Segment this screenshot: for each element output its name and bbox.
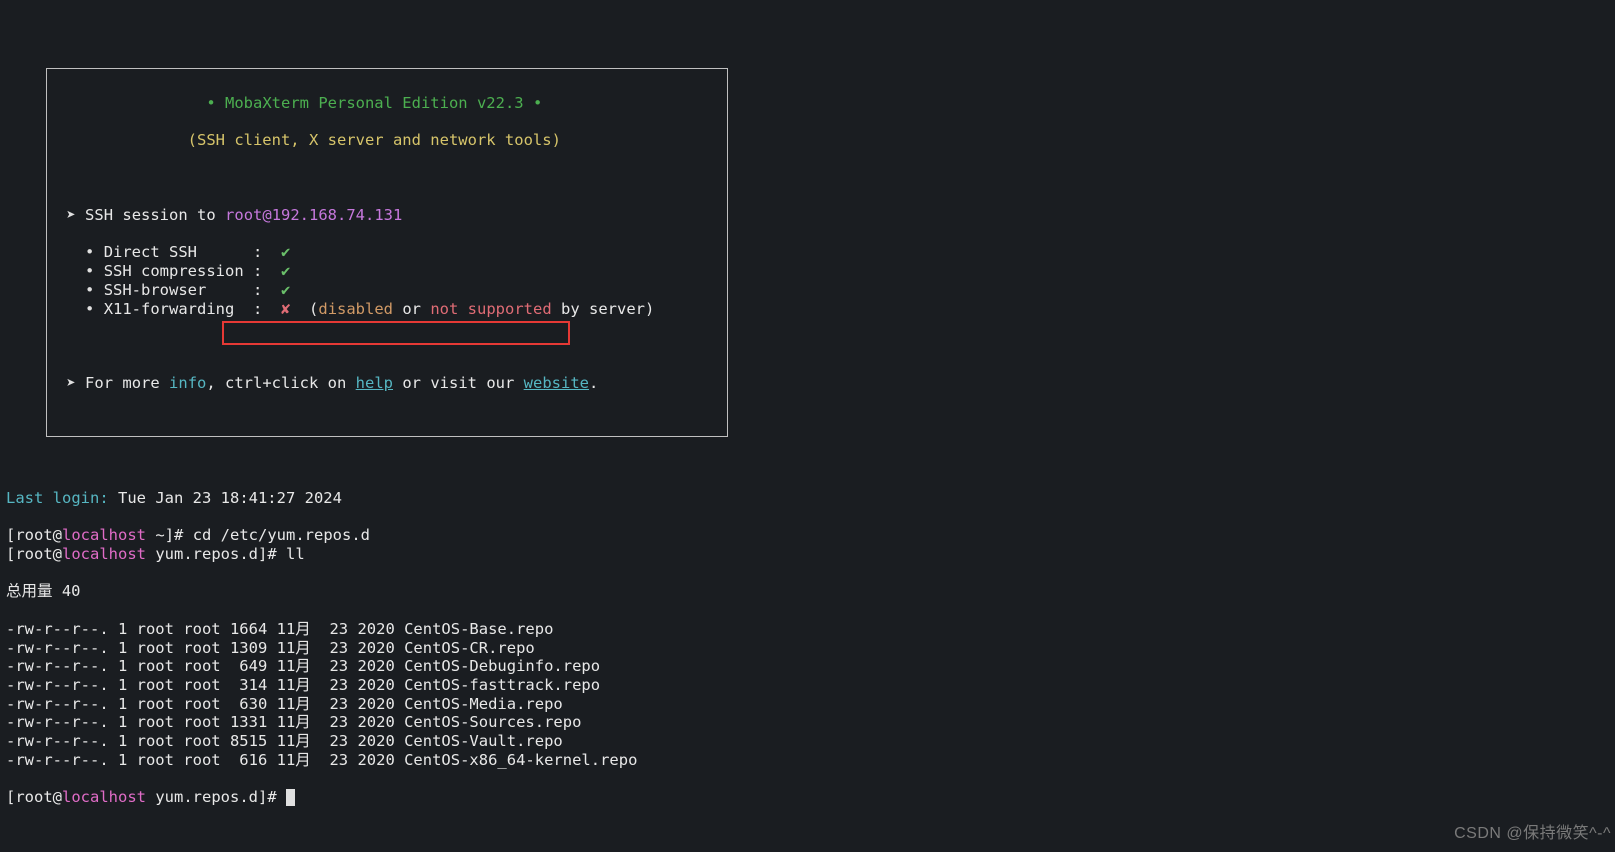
help-line: ➤ For more info, ctrl+click on help or v… [57,374,717,393]
file-row: -rw-r--r--. 1 root root 649 11月 23 2020 … [6,657,1609,676]
banner-feature-row: • SSH compression : ✔ [57,262,717,281]
watermark: CSDN @保持微笑^-^ [1454,825,1611,844]
banner-subtitle: (SSH client, X server and network tools) [57,131,717,150]
file-row: -rw-r--r--. 1 root root 1309 11月 23 2020… [6,639,1609,658]
banner-feature-row: • Direct SSH : ✔ [57,243,717,262]
website-link[interactable]: website [524,374,589,392]
prompt-line: [root@localhost yum.repos.d]# ll [6,545,1609,564]
banner-box: • MobaXterm Personal Edition v22.3 • (SS… [46,68,728,437]
file-row: -rw-r--r--. 1 root root 630 11月 23 2020 … [6,695,1609,714]
file-row: -rw-r--r--. 1 root root 1331 11月 23 2020… [6,713,1609,732]
prompt-current[interactable]: [root@localhost yum.repos.d]# [6,788,1609,807]
terminal-area[interactable]: • MobaXterm Personal Edition v22.3 • (SS… [0,0,1615,846]
banner-feature-row: • X11-forwarding : ✘ (disabled or not su… [57,300,717,319]
file-row: -rw-r--r--. 1 root root 616 11月 23 2020 … [6,751,1609,770]
cursor [286,789,295,806]
total-line: 总用量 40 [6,582,1609,601]
spacer [57,169,717,188]
last-login: Last login: Tue Jan 23 18:41:27 2024 [6,489,1609,508]
prompt-line: [root@localhost ~]# cd /etc/yum.repos.d [6,526,1609,545]
help-link[interactable]: help [356,374,393,392]
file-row: -rw-r--r--. 1 root root 8515 11月 23 2020… [6,732,1609,751]
spacer [57,337,717,356]
banner-title: • MobaXterm Personal Edition v22.3 • [57,94,717,113]
session-line: ➤ SSH session to root@192.168.74.131 [57,206,717,225]
banner-feature-row: • SSH-browser : ✔ [57,281,717,300]
file-row: -rw-r--r--. 1 root root 1664 11月 23 2020… [6,620,1609,639]
file-row: -rw-r--r--. 1 root root 314 11月 23 2020 … [6,676,1609,695]
